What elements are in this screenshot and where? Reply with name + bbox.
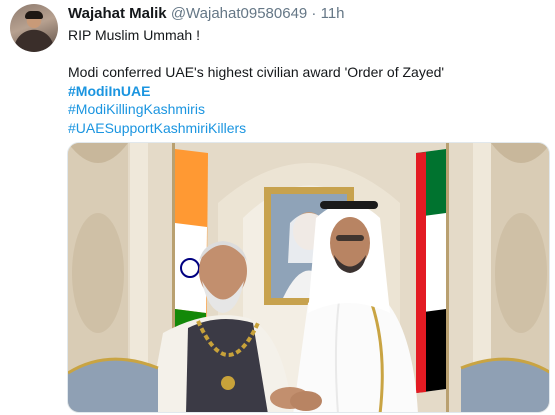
hashtag-link[interactable]: #UAESupportKashmiriKillers (68, 119, 538, 138)
tweet-line-2: Modi conferred UAE's highest civilian aw… (68, 64, 445, 80)
hashtag-link[interactable]: #ModiInUAE (68, 82, 538, 101)
tweet-header: Wajahat Malik @Wajahat09580649 · 11h (68, 5, 345, 23)
photo-illustration (68, 143, 549, 412)
tweet-text: RIP Muslim Ummah ! Modi conferred UAE's … (68, 26, 538, 137)
tweet[interactable]: Wajahat Malik @Wajahat09580649 · 11h RIP… (0, 0, 555, 415)
separator-dot: · (311, 5, 317, 22)
tweet-line-1: RIP Muslim Ummah ! (68, 27, 200, 43)
author-handle[interactable]: @Wajahat09580649 (171, 5, 307, 22)
author-name[interactable]: Wajahat Malik (68, 5, 167, 22)
timestamp[interactable]: 11h (321, 5, 345, 22)
hashtag-link[interactable]: #ModiKillingKashmiris (68, 100, 538, 119)
avatar[interactable] (10, 4, 58, 52)
tweet-photo[interactable] (67, 142, 550, 413)
